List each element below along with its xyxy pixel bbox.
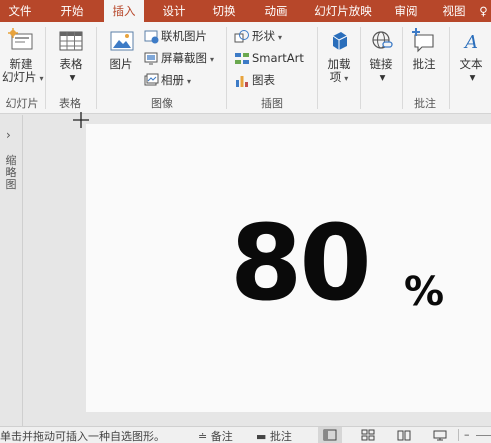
crosshair-cursor-icon: [73, 112, 89, 128]
group-divider: [96, 27, 97, 109]
chart-button[interactable]: 图表: [234, 70, 275, 90]
picture-button[interactable]: 图片: [104, 26, 138, 71]
normal-view-button[interactable]: [318, 427, 342, 443]
slide-sorter-button[interactable]: [356, 427, 380, 443]
ribbon-tab-bar: 文件 开始 插入 设计 切换 动画 幻灯片放映 审阅 视图 ♀: [0, 0, 491, 22]
reading-view-button[interactable]: [392, 427, 416, 443]
group-divider: [317, 27, 318, 109]
slide-percent-sign[interactable]: %: [404, 270, 444, 314]
online-picture-icon: [144, 30, 159, 44]
link-icon: [372, 31, 393, 49]
group-label-comments: 批注: [414, 97, 436, 110]
new-slide-icon: [8, 28, 33, 50]
photo-album-icon: [144, 73, 159, 86]
text-button[interactable]: A 文本 ▾: [452, 26, 490, 84]
tab-slideshow[interactable]: 幻灯片放映: [306, 0, 380, 22]
link-button[interactable]: 链接 ▾: [362, 26, 400, 84]
new-slide-button[interactable]: 新建 幻灯片 ▾: [2, 26, 44, 85]
picture-icon: [110, 31, 134, 51]
photo-album-button[interactable]: 相册 ▾: [144, 70, 191, 90]
chart-icon: [236, 76, 248, 87]
thumbnail-pane-collapsed[interactable]: › 缩略图: [0, 115, 23, 426]
slideshow-view-button[interactable]: [428, 427, 452, 443]
comments-button[interactable]: ▬ 批注: [256, 428, 292, 443]
group-label-images: 图像: [151, 97, 173, 110]
comment-button[interactable]: 批注: [405, 26, 443, 71]
text-dropdown-icon: ▾: [469, 70, 476, 84]
table-icon: [59, 31, 83, 51]
reading-view-icon: [397, 430, 411, 441]
normal-view-icon: [323, 429, 337, 441]
tab-home[interactable]: 开始: [52, 0, 92, 22]
tab-file[interactable]: 文件: [2, 0, 38, 22]
status-bar: 单击并拖动可插入一种自选图形。 ≐ 备注 ▬ 批注 –: [0, 426, 491, 443]
text-icon: A: [463, 32, 478, 53]
group-label-illustrations: 插图: [261, 97, 283, 110]
shapes-icon: [234, 30, 249, 43]
tab-review[interactable]: 审阅: [388, 0, 424, 22]
group-divider: [360, 27, 361, 109]
group-label-slides: 幻灯片: [5, 97, 39, 110]
table-dropdown-icon: ▾: [69, 70, 76, 84]
zoom-slider-track[interactable]: [476, 435, 491, 436]
ribbon-insert: 新建 幻灯片 ▾ 幻灯片 表格 ▾ 表格 图片 联机图片 屏幕截图 ▾ 相册 ▾…: [0, 22, 491, 114]
addins-button[interactable]: 加载 项 ▾: [320, 26, 358, 85]
link-dropdown-icon: ▾: [379, 70, 386, 84]
slide-big-number[interactable]: 80: [230, 208, 372, 318]
slideshow-view-icon: [433, 430, 447, 441]
picture-label: 图片: [109, 57, 133, 71]
zoom-out-button[interactable]: –: [464, 428, 470, 441]
screenshot-icon: [144, 52, 158, 65]
group-divider: [226, 27, 227, 109]
addins-icon: [332, 32, 348, 50]
comment-label: 批注: [412, 57, 436, 71]
group-label-tables: 表格: [59, 97, 81, 110]
shapes-button[interactable]: 形状 ▾: [234, 26, 282, 46]
smartart-icon: [235, 53, 249, 64]
smartart-button[interactable]: SmartArt: [234, 48, 304, 68]
expand-chevron-icon[interactable]: ›: [6, 128, 11, 142]
addins-label-2: 项 ▾: [329, 70, 349, 84]
comment-icon: [412, 28, 434, 53]
tell-me-icon[interactable]: ♀: [476, 0, 491, 22]
status-divider: [458, 429, 459, 441]
tab-view[interactable]: 视图: [436, 0, 472, 22]
screenshot-button[interactable]: 屏幕截图 ▾: [144, 48, 214, 68]
slide-sorter-icon: [361, 429, 375, 441]
online-picture-button[interactable]: 联机图片: [144, 26, 207, 46]
status-hint: 单击并拖动可插入一种自选图形。: [0, 430, 165, 443]
svg-text:A: A: [463, 32, 478, 53]
thumbnail-pane-label: 缩略图: [5, 154, 17, 191]
tab-design[interactable]: 设计: [154, 0, 194, 22]
new-slide-label-2: 幻灯片 ▾: [2, 70, 44, 84]
tab-animations[interactable]: 动画: [256, 0, 296, 22]
tab-transitions[interactable]: 切换: [204, 0, 244, 22]
tab-insert[interactable]: 插入: [104, 0, 144, 22]
group-divider: [449, 27, 450, 109]
notes-button[interactable]: ≐ 备注: [198, 428, 233, 443]
table-button[interactable]: 表格 ▾: [52, 26, 90, 84]
powerpoint-window: 文件 开始 插入 设计 切换 动画 幻灯片放映 审阅 视图 ♀ 新建 幻灯片 ▾ …: [0, 0, 491, 443]
